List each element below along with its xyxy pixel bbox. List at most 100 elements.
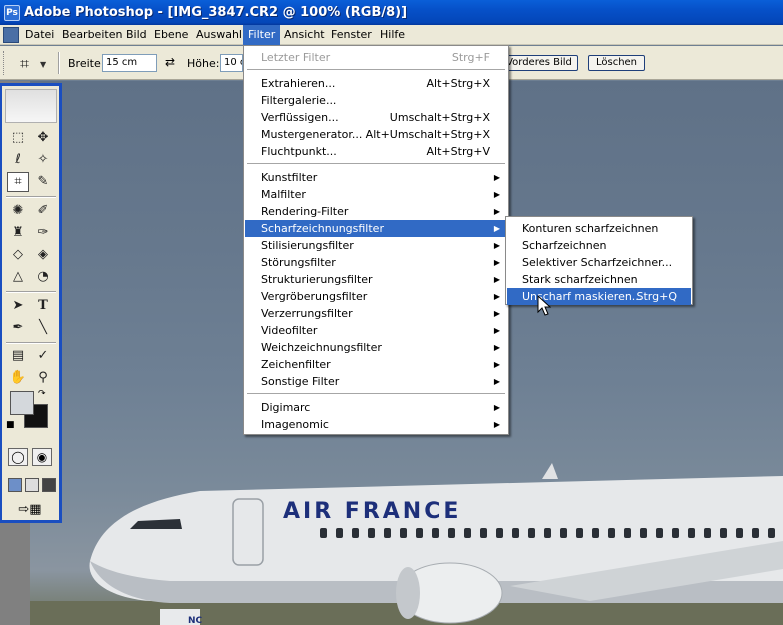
healing-brush-tool-icon[interactable]: ✺ bbox=[7, 201, 29, 221]
menu-bearbeiten[interactable]: Bearbeiten bbox=[57, 25, 127, 45]
title-bar: Ps Adobe Photoshop - [IMG_3847.CR2 @ 100… bbox=[0, 0, 783, 25]
menu-separator bbox=[247, 69, 505, 70]
full-screen-mode-icon[interactable] bbox=[42, 478, 56, 492]
width-input[interactable]: 15 cm bbox=[102, 54, 157, 72]
marquee-tool-icon[interactable]: ⬚ bbox=[7, 128, 29, 148]
lasso-tool-icon[interactable]: ℓ bbox=[7, 150, 29, 170]
toolbox-separator bbox=[6, 342, 56, 344]
menu-item-stilisierungsfilter[interactable]: Stilisierungsfilter ▶ bbox=[245, 237, 507, 254]
menu-item-extrahieren[interactable]: Extrahieren... Alt+Strg+X bbox=[245, 75, 507, 92]
nose-lettering: NC bbox=[188, 616, 203, 625]
menu-item-label: Rendering-Filter bbox=[261, 205, 349, 218]
menu-item-label: Konturen scharfzeichnen bbox=[522, 222, 659, 235]
menu-item-label: Fluchtpunkt... bbox=[261, 145, 337, 158]
crop-tool-icon[interactable]: ⌗ bbox=[20, 54, 29, 74]
magic-wand-tool-icon[interactable]: ✧ bbox=[32, 150, 54, 170]
toolbox-separator bbox=[6, 291, 56, 293]
passenger-windows bbox=[320, 528, 775, 538]
standard-mode-button[interactable]: ◯ bbox=[8, 448, 28, 466]
menu-item-label: Selektiver Scharfzeichner... bbox=[522, 256, 673, 269]
menu-item-videofilter[interactable]: Videofilter ▶ bbox=[245, 322, 507, 339]
menu-item-stoerungsfilter[interactable]: Störungsfilter ▶ bbox=[245, 254, 507, 271]
menu-hilfe[interactable]: Hilfe bbox=[375, 25, 410, 45]
menu-item-label: Letzter Filter bbox=[261, 51, 331, 64]
paint-bucket-tool-icon[interactable]: ◈ bbox=[32, 245, 54, 265]
engine-intake bbox=[396, 567, 420, 619]
menu-item-fluchtpunkt[interactable]: Fluchtpunkt... Alt+Strg+V bbox=[245, 143, 507, 160]
menu-item-malfilter[interactable]: Malfilter ▶ bbox=[245, 186, 507, 203]
history-brush-tool-icon[interactable]: ✑ bbox=[32, 223, 54, 243]
height-input[interactable]: 10 c bbox=[220, 54, 243, 72]
hand-tool-icon[interactable]: ✋ bbox=[7, 368, 29, 388]
brush-tool-icon[interactable]: ✐ bbox=[32, 201, 54, 221]
menu-item-zeichenfilter[interactable]: Zeichenfilter ▶ bbox=[245, 356, 507, 373]
menu-item-label: Verflüssigen... bbox=[261, 111, 339, 124]
menu-filter[interactable]: Filter bbox=[243, 25, 281, 45]
tool-preset-dropdown-icon[interactable]: ▼ bbox=[40, 60, 46, 69]
swap-colors-icon[interactable]: ↷ bbox=[38, 389, 46, 399]
swap-dimensions-icon[interactable]: ⇄ bbox=[165, 55, 175, 69]
menu-item-rendering-filter[interactable]: Rendering-Filter ▶ bbox=[245, 203, 507, 220]
type-tool-icon[interactable]: T bbox=[32, 296, 54, 316]
path-selection-tool-icon[interactable]: ➤ bbox=[7, 296, 29, 316]
menu-ebene[interactable]: Ebene bbox=[149, 25, 193, 45]
menu-item-strukturierungsfilter[interactable]: Strukturierungsfilter ▶ bbox=[245, 271, 507, 288]
menu-fenster[interactable]: Fenster bbox=[326, 25, 377, 45]
menu-item-digimarc[interactable]: Digimarc ▶ bbox=[245, 399, 507, 416]
menu-ansicht[interactable]: Ansicht bbox=[279, 25, 330, 45]
menu-item-verfluessigen[interactable]: Verflüssigen... Umschalt+Strg+X bbox=[245, 109, 507, 126]
menu-datei[interactable]: Datei bbox=[20, 25, 59, 45]
submenu-item-scharfzeichnen[interactable]: Scharfzeichnen bbox=[507, 237, 691, 254]
submenu-arrow-icon: ▶ bbox=[493, 403, 500, 412]
antenna bbox=[542, 463, 558, 479]
airline-lettering: AIR FRANCE bbox=[283, 499, 461, 524]
standard-screen-mode-icon[interactable] bbox=[8, 478, 22, 492]
menu-item-sonstige-filter[interactable]: Sonstige Filter ▶ bbox=[245, 373, 507, 390]
submenu-item-stark-scharfzeichnen[interactable]: Stark scharfzeichnen bbox=[507, 271, 691, 288]
jump-to-imageready-icon[interactable]: ⇨▦ bbox=[12, 502, 48, 520]
full-screen-menu-mode-icon[interactable] bbox=[25, 478, 39, 492]
submenu-item-selektiver-scharfzeichner[interactable]: Selektiver Scharfzeichner... bbox=[507, 254, 691, 271]
menu-item-mustergenerator[interactable]: Mustergenerator... Alt+Umschalt+Strg+X bbox=[245, 126, 507, 143]
sharpen-submenu: Konturen scharfzeichnen Scharfzeichnen S… bbox=[505, 216, 693, 305]
pen-tool-icon[interactable]: ✒ bbox=[7, 318, 29, 338]
menu-auswahl[interactable]: Auswahl bbox=[191, 25, 247, 45]
menu-item-weichzeichnungsfilter[interactable]: Weichzeichnungsfilter ▶ bbox=[245, 339, 507, 356]
menu-item-filtergalerie[interactable]: Filtergalerie... bbox=[245, 92, 507, 109]
eyedropper-tool-icon[interactable]: ✓ bbox=[32, 346, 54, 366]
menu-item-label: Verzerrungsfilter bbox=[261, 307, 353, 320]
menu-item-scharfzeichnungsfilter[interactable]: Scharfzeichnungsfilter ▶ bbox=[245, 220, 507, 237]
menu-item-label: Sonstige Filter bbox=[261, 375, 340, 388]
submenu-item-unscharf-maskieren[interactable]: Unscharf maskieren... Strg+Q bbox=[507, 288, 691, 305]
menu-item-kunstfilter[interactable]: Kunstfilter ▶ bbox=[245, 169, 507, 186]
submenu-arrow-icon: ▶ bbox=[493, 309, 500, 318]
menu-bild[interactable]: Bild bbox=[121, 25, 152, 45]
clear-button[interactable]: Löschen bbox=[588, 55, 645, 71]
menu-item-letzter-filter[interactable]: Letzter Filter Strg+F bbox=[245, 49, 507, 66]
move-tool-icon[interactable]: ✥ bbox=[32, 128, 54, 148]
quick-mask-mode-button[interactable]: ◉ bbox=[32, 448, 52, 466]
zoom-tool-icon[interactable]: ⚲ bbox=[32, 368, 54, 388]
default-colors-icon[interactable]: ■ bbox=[6, 420, 15, 430]
blur-tool-icon[interactable]: △ bbox=[7, 267, 29, 287]
submenu-arrow-icon: ▶ bbox=[493, 207, 500, 216]
dodge-tool-icon[interactable]: ◔ bbox=[32, 267, 54, 287]
menu-item-label: Stark scharfzeichnen bbox=[522, 273, 638, 286]
foreground-color-swatch[interactable] bbox=[10, 391, 34, 415]
menu-item-imagenomic[interactable]: Imagenomic ▶ bbox=[245, 416, 507, 433]
clone-stamp-tool-icon[interactable]: ♜ bbox=[7, 223, 29, 243]
crop-tool-button[interactable]: ⌗ bbox=[7, 172, 29, 192]
menu-item-label: Imagenomic bbox=[261, 418, 329, 431]
submenu-arrow-icon: ▶ bbox=[493, 173, 500, 182]
submenu-arrow-icon: ▶ bbox=[493, 420, 500, 429]
submenu-item-konturen-scharfzeichnen[interactable]: Konturen scharfzeichnen bbox=[507, 220, 691, 237]
menu-item-vergroeberungsfilter[interactable]: Vergröberungsfilter ▶ bbox=[245, 288, 507, 305]
slice-tool-icon[interactable]: ✎ bbox=[32, 172, 54, 192]
document-icon[interactable] bbox=[3, 27, 19, 43]
front-image-button[interactable]: Vorderes Bild bbox=[500, 55, 578, 71]
options-bar-grip[interactable] bbox=[3, 51, 6, 75]
line-tool-icon[interactable]: ╲ bbox=[32, 318, 54, 338]
notes-tool-icon[interactable]: ▤ bbox=[7, 346, 29, 366]
menu-item-verzerrungsfilter[interactable]: Verzerrungsfilter ▶ bbox=[245, 305, 507, 322]
eraser-tool-icon[interactable]: ◇ bbox=[7, 245, 29, 265]
